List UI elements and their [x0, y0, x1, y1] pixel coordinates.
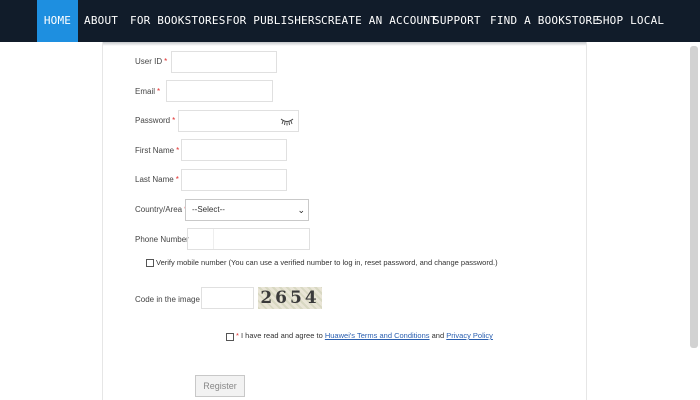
first-name-input[interactable]	[181, 139, 287, 161]
first-name-label: First Name *	[135, 146, 179, 155]
nav-for-bookstores[interactable]: FOR BOOKSTORES	[130, 0, 225, 42]
nav-create-account[interactable]: CREATE AN ACCOUNT	[321, 0, 437, 42]
agree-and: and	[431, 331, 445, 340]
required-marker: *	[175, 175, 179, 184]
captcha-image[interactable]: 2654	[258, 287, 322, 309]
code-label-text: Code in the image	[135, 295, 200, 304]
email-input[interactable]	[166, 80, 273, 102]
first-name-label-text: First Name	[135, 146, 175, 155]
nav-about[interactable]: ABOUT	[84, 0, 118, 42]
password-label-text: Password	[135, 116, 171, 125]
agree-terms-checkbox[interactable]	[226, 333, 234, 341]
verify-mobile-text: Verify mobile number (You can use a veri…	[156, 258, 498, 267]
left-sidebar	[0, 42, 103, 400]
captcha-input[interactable]	[201, 287, 254, 309]
verify-mobile-checkbox[interactable]	[146, 259, 154, 267]
nav-for-publishers[interactable]: FOR PUBLISHERS	[226, 0, 321, 42]
nav-support[interactable]: SUPPORT	[433, 0, 481, 42]
email-label: Email *	[135, 87, 160, 96]
required-marker: *	[164, 57, 168, 66]
country-label-text: Country/Area	[135, 205, 183, 214]
country-label: Country/Area*	[135, 205, 187, 214]
nav-shop-local[interactable]: SHOP LOCAL	[596, 0, 664, 42]
required-marker: *	[236, 331, 239, 340]
top-navigation: HOME ABOUT FOR BOOKSTORES FOR PUBLISHERS…	[0, 0, 700, 46]
last-name-input[interactable]	[181, 169, 287, 191]
user-id-label: User ID *	[135, 57, 167, 66]
required-marker: *	[176, 146, 180, 155]
user-id-label-text: User ID	[135, 57, 163, 66]
phone-input[interactable]	[187, 228, 310, 250]
chevron-down-icon: ⌄	[297, 205, 305, 215]
nav-find-bookstore[interactable]: FIND A BOOKSTORE	[490, 0, 599, 42]
privacy-link[interactable]: Privacy Policy	[446, 331, 493, 340]
terms-link[interactable]: Huawei's Terms and Conditions	[325, 331, 430, 340]
nav-home[interactable]: HOME	[37, 0, 78, 42]
email-label-text: Email	[135, 87, 156, 96]
agree-prefix: I have read and agree to	[241, 331, 323, 340]
user-id-input[interactable]	[171, 51, 277, 73]
agree-terms-text: * I have read and agree to Huawei's Term…	[236, 331, 493, 340]
captcha-text: 2654	[260, 288, 320, 308]
required-marker: *	[157, 87, 161, 96]
required-marker: *	[172, 116, 176, 125]
phone-label-text: Phone Number	[135, 235, 189, 244]
last-name-label-text: Last Name	[135, 175, 174, 184]
scrollbar[interactable]	[690, 46, 698, 348]
password-input[interactable]	[178, 110, 299, 132]
password-label: Password *	[135, 116, 175, 125]
eye-closed-icon[interactable]	[280, 116, 294, 126]
register-button[interactable]: Register	[195, 375, 245, 397]
phone-country-code[interactable]	[188, 229, 214, 249]
country-selected-value: --Select--	[192, 205, 225, 214]
last-name-label: Last Name *	[135, 175, 179, 184]
right-sidebar	[586, 42, 700, 400]
country-select[interactable]: --Select-- ⌄	[185, 199, 309, 221]
phone-label: Phone Number	[135, 235, 189, 244]
code-label: Code in the image*	[135, 295, 205, 304]
